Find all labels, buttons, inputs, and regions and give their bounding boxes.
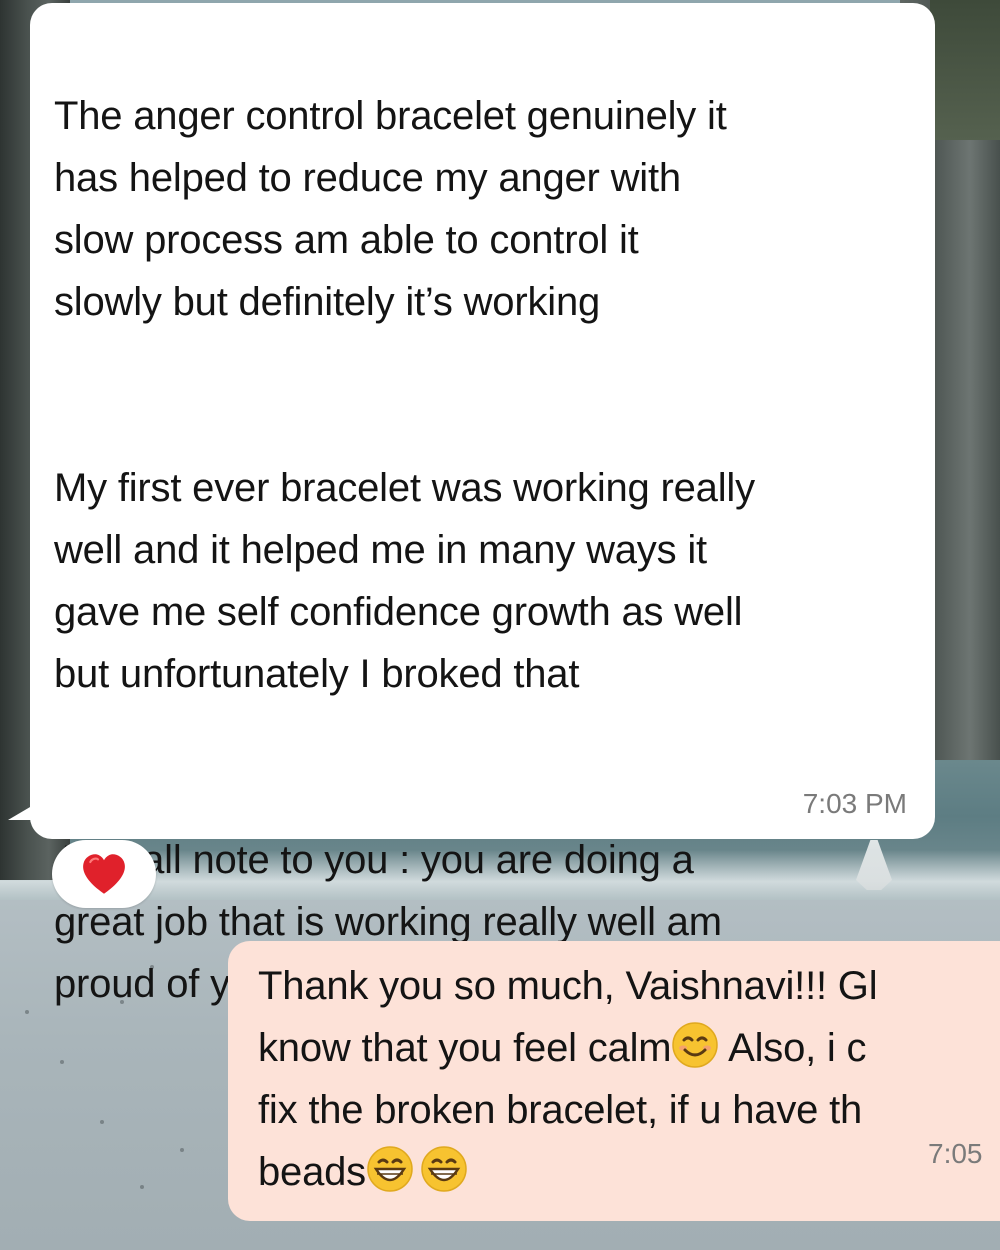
- outgoing-line-4-text: beads: [258, 1150, 366, 1194]
- outgoing-message-bubble[interactable]: Thank you so much, Vaishnavi!!! Gl know …: [228, 941, 1000, 1221]
- incoming-message-time: 7:03 PM: [802, 788, 907, 819]
- red-heart-icon: [83, 854, 125, 894]
- grinning-face-icon: [367, 1146, 413, 1192]
- outgoing-line-4: beads: [258, 1141, 1000, 1203]
- grinning-face-icon: [421, 1146, 467, 1192]
- incoming-message-bubble[interactable]: The anger control bracelet genuinely it …: [30, 3, 935, 1006]
- message-paragraph-1: The anger control bracelet genuinely it …: [54, 94, 727, 324]
- outgoing-line-2: know that you feel calm Also, i c: [258, 1017, 1000, 1079]
- incoming-message-text: The anger control bracelet genuinely it …: [54, 23, 911, 1077]
- message-paragraph-2: My first ever bracelet was working reall…: [54, 466, 755, 696]
- outgoing-message-time: 7:05: [928, 1138, 983, 1169]
- outgoing-line-2-start: know that you feel calm: [258, 1026, 672, 1070]
- message-reaction[interactable]: [52, 840, 156, 908]
- outgoing-message-text: Thank you so much, Vaishnavi!!! Gl know …: [258, 955, 1000, 1203]
- outgoing-line-3: fix the broken bracelet, if u have th: [258, 1088, 863, 1132]
- outgoing-line-2-end: Also, i c: [719, 1026, 867, 1070]
- wallpaper-trees: [930, 0, 1000, 140]
- smiling-face-icon: [672, 1022, 719, 1068]
- outgoing-line-1: Thank you so much, Vaishnavi!!! Gl: [258, 964, 878, 1008]
